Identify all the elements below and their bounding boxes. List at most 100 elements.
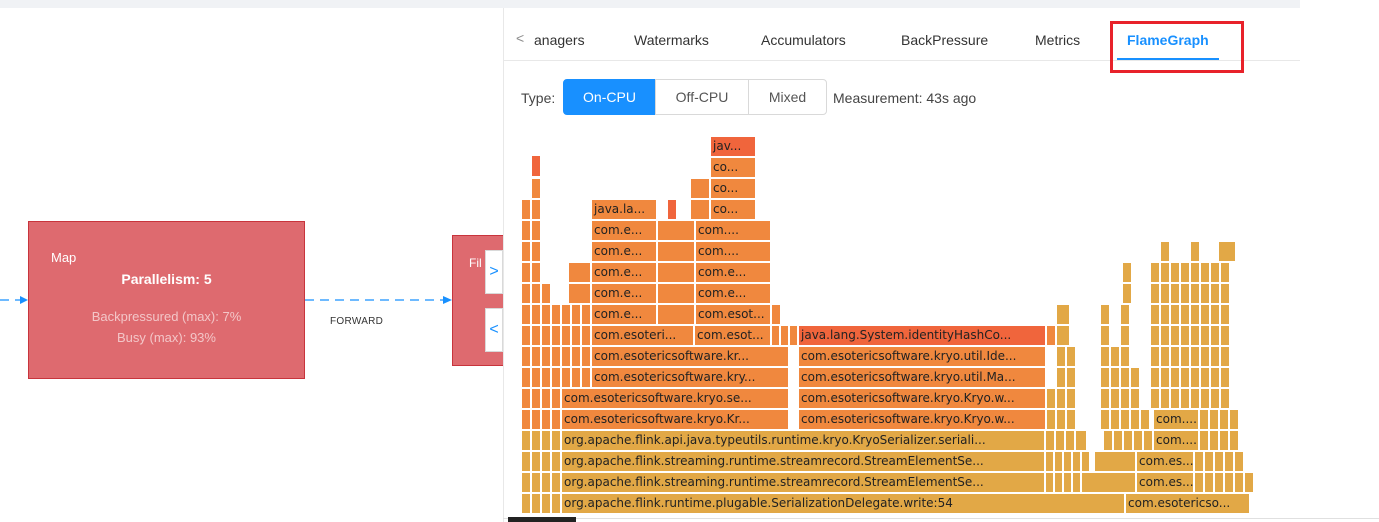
flame-frame-narrow[interactable] (1046, 388, 1056, 409)
flame-frame-narrow[interactable] (1045, 430, 1055, 451)
flame-frame-narrow[interactable] (1120, 346, 1130, 367)
flame-frame-narrow[interactable] (521, 325, 531, 346)
flame-frame-narrow[interactable] (1194, 451, 1204, 472)
flame-frame[interactable]: jav... (710, 136, 756, 157)
flame-frame-narrow[interactable] (1130, 367, 1140, 388)
flame-frame-narrow[interactable] (551, 367, 561, 388)
flame-frame-narrow[interactable] (1056, 388, 1066, 409)
flame-frame-narrow[interactable] (1133, 430, 1143, 451)
flame-frame-narrow[interactable] (531, 472, 541, 493)
flame-frame-narrow[interactable] (1214, 451, 1224, 472)
flame-frame-narrow[interactable] (1056, 304, 1070, 325)
flame-frame-narrow[interactable] (1218, 241, 1236, 262)
flame-frame-narrow[interactable] (521, 493, 531, 514)
flame-frame-narrow[interactable] (571, 367, 581, 388)
flame-frame-narrow[interactable] (1220, 304, 1230, 325)
flame-frame-narrow[interactable] (1055, 430, 1065, 451)
flame-frame-narrow[interactable] (1234, 472, 1244, 493)
flame-frame-narrow[interactable] (1150, 367, 1160, 388)
flame-frame-narrow[interactable] (531, 346, 541, 367)
flame-frame-narrow[interactable] (1066, 409, 1076, 430)
flame-frame[interactable]: com.e... (695, 262, 771, 283)
flame-frame-narrow[interactable] (1210, 304, 1220, 325)
flame-frame-narrow[interactable] (1200, 325, 1210, 346)
flame-frame-narrow[interactable] (531, 241, 541, 262)
flame-frame[interactable]: com.esotericsoftware.kry... (591, 367, 789, 388)
flame-frame-narrow[interactable] (1063, 472, 1072, 493)
flame-frame-narrow[interactable] (521, 346, 531, 367)
flame-frame-narrow[interactable] (1210, 367, 1220, 388)
flame-frame-narrow[interactable] (1170, 262, 1180, 283)
flame-frame-narrow[interactable] (771, 304, 781, 325)
flame-frame[interactable]: com.... (1153, 409, 1199, 430)
flame-frame-narrow[interactable] (1170, 304, 1180, 325)
flame-frame-narrow[interactable] (1200, 388, 1210, 409)
flame-frame-narrow[interactable] (1180, 262, 1190, 283)
flame-frame-narrow[interactable] (551, 325, 561, 346)
flame-frame-narrow[interactable] (531, 220, 541, 241)
flame-frame[interactable]: com.e... (591, 262, 657, 283)
flame-frame-narrow[interactable] (1190, 241, 1200, 262)
flame-frame-narrow[interactable] (1200, 283, 1210, 304)
flame-frame-narrow[interactable] (531, 493, 541, 514)
flame-frame-narrow[interactable] (1200, 262, 1210, 283)
flame-frame-narrow[interactable] (657, 304, 695, 325)
flame-frame-narrow[interactable] (1200, 304, 1210, 325)
flame-frame-narrow[interactable] (1120, 325, 1130, 346)
flame-frame-narrow[interactable] (1160, 388, 1170, 409)
flame-frame[interactable]: com.e... (591, 241, 657, 262)
flame-frame-narrow[interactable] (521, 430, 531, 451)
flame-frame-narrow[interactable] (1200, 346, 1210, 367)
flame-frame-narrow[interactable] (1210, 325, 1220, 346)
flame-frame-narrow[interactable] (531, 283, 541, 304)
flame-frame[interactable]: org.apache.flink.runtime.plugable.Serial… (561, 493, 1125, 514)
flame-frame-narrow[interactable] (581, 304, 591, 325)
flame-frame-narrow[interactable] (1220, 388, 1230, 409)
flame-frame-narrow[interactable] (1190, 283, 1200, 304)
flame-frame-narrow[interactable] (1199, 430, 1209, 451)
flame-frame-narrow[interactable] (1204, 472, 1214, 493)
flame-frame-narrow[interactable] (1046, 409, 1056, 430)
flame-frame[interactable]: com.esotericsoftware.kryo.Kryo.w... (798, 409, 1046, 430)
flame-frame-narrow[interactable] (1190, 304, 1200, 325)
flame-frame[interactable]: com.es... (1136, 472, 1194, 493)
flame-frame-narrow[interactable] (1180, 367, 1190, 388)
flame-frame[interactable]: com.esot... (695, 304, 771, 325)
flame-frame[interactable]: org.apache.flink.streaming.runtime.strea… (561, 472, 1045, 493)
flame-frame[interactable]: com.e... (591, 283, 657, 304)
flame-frame[interactable]: com.e... (591, 220, 657, 241)
flame-frame-narrow[interactable] (551, 430, 561, 451)
flame-frame-narrow[interactable] (521, 367, 531, 388)
flame-frame-narrow[interactable] (521, 451, 531, 472)
flame-frame-narrow[interactable] (551, 409, 561, 430)
flame-frame[interactable]: org.apache.flink.streaming.runtime.strea… (561, 451, 1045, 472)
flame-frame[interactable]: co... (710, 157, 756, 178)
flame-frame-narrow[interactable] (1229, 409, 1239, 430)
flame-frame-narrow[interactable] (1123, 430, 1133, 451)
flame-frame-narrow[interactable] (789, 325, 798, 346)
flame-frame[interactable]: com.esotericsoftware.kryo.se... (561, 388, 789, 409)
flame-frame-narrow[interactable] (1150, 283, 1160, 304)
flame-frame-narrow[interactable] (1150, 388, 1160, 409)
flame-frame-narrow[interactable] (1100, 409, 1110, 430)
flame-frame-narrow[interactable] (521, 199, 531, 220)
flame-frame[interactable]: com.esot... (694, 325, 771, 346)
flame-frame-narrow[interactable] (1056, 346, 1066, 367)
flame-frame-narrow[interactable] (1056, 409, 1066, 430)
flame-frame-narrow[interactable] (1081, 472, 1136, 493)
flame-frame-narrow[interactable] (531, 178, 541, 199)
flame-frame-narrow[interactable] (1113, 430, 1123, 451)
flame-frame-narrow[interactable] (1066, 346, 1076, 367)
flame-frame-narrow[interactable] (1150, 262, 1160, 283)
flame-frame-narrow[interactable] (1180, 283, 1190, 304)
flame-frame-narrow[interactable] (1120, 367, 1130, 388)
flame-frame-narrow[interactable] (1063, 451, 1072, 472)
flame-frame-narrow[interactable] (1194, 472, 1204, 493)
flame-frame-narrow[interactable] (1224, 472, 1234, 493)
flame-frame-narrow[interactable] (1056, 367, 1066, 388)
flame-frame-narrow[interactable] (531, 199, 541, 220)
flame-frame-narrow[interactable] (531, 325, 541, 346)
flame-frame-narrow[interactable] (1046, 325, 1056, 346)
flame-frame-narrow[interactable] (541, 472, 551, 493)
flame-frame-narrow[interactable] (1120, 388, 1130, 409)
